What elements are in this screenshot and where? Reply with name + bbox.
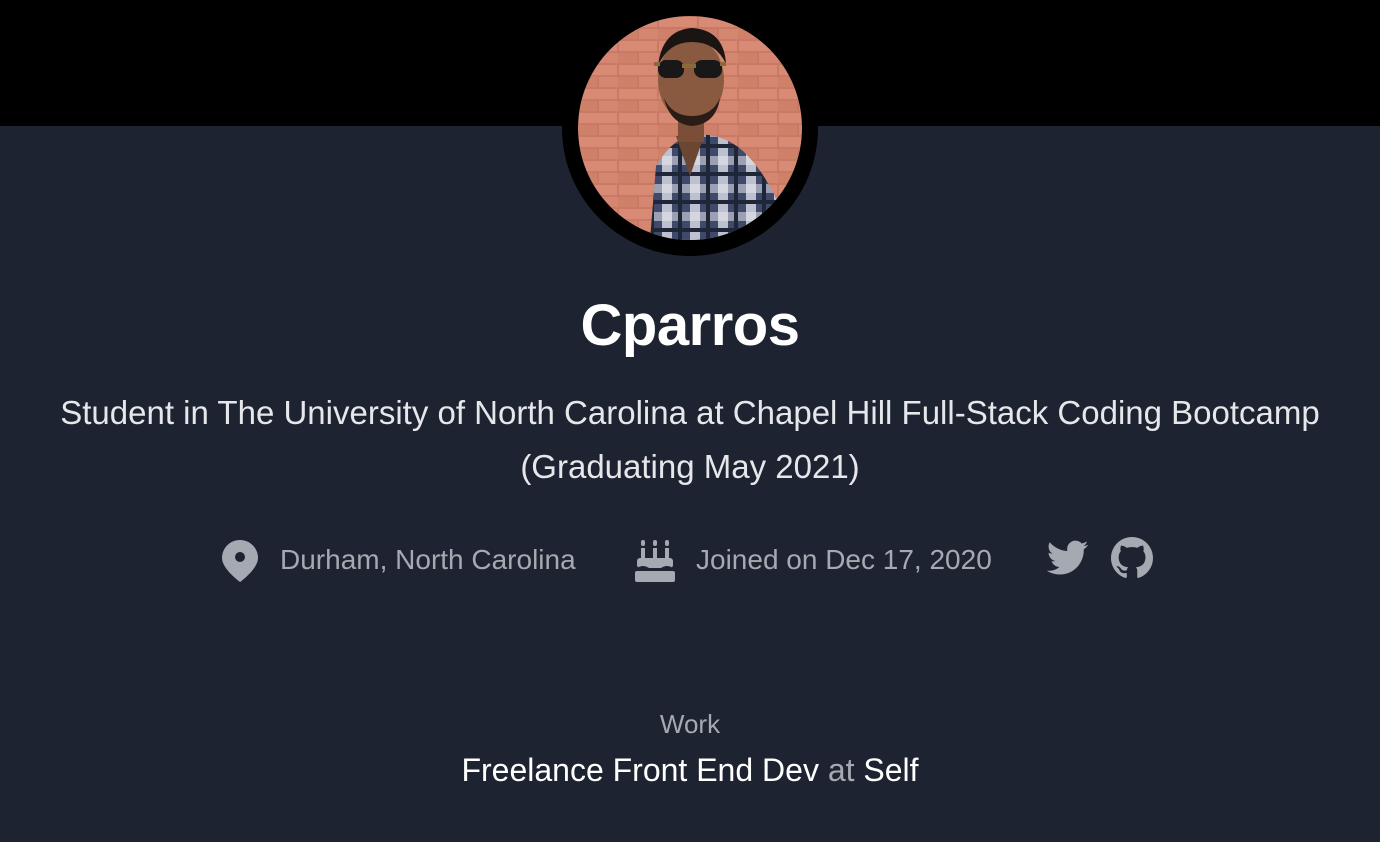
avatar bbox=[578, 16, 802, 240]
cake-icon bbox=[634, 538, 676, 582]
avatar-photo bbox=[578, 16, 802, 240]
work-value: Freelance Front End Dev at Self bbox=[0, 748, 1380, 792]
github-icon bbox=[1111, 536, 1153, 584]
location-item: Durham, North Carolina bbox=[220, 534, 576, 586]
twitter-icon bbox=[1046, 540, 1089, 581]
profile-name: Cparros bbox=[580, 293, 800, 358]
profile-bio-line: Student in The University of North Carol… bbox=[60, 394, 1320, 431]
location-text: Durham, North Carolina bbox=[280, 544, 576, 575]
work-label: Work bbox=[659, 709, 721, 739]
profile-meta: Durham, North Carolina Joined on Dec 17,… bbox=[0, 534, 1380, 586]
joined-item: Joined on Dec 17, 2020 bbox=[634, 534, 992, 586]
joined-text: Joined on Dec 17, 2020 bbox=[696, 544, 992, 575]
github-link[interactable] bbox=[1110, 536, 1154, 584]
profile-page: Cparros Student in The University of Nor… bbox=[0, 0, 1380, 842]
work-employer: Self bbox=[863, 752, 919, 788]
map-pin-icon bbox=[220, 538, 260, 582]
work-at: at bbox=[827, 752, 855, 788]
profile-bio: Student in The University of North Carol… bbox=[0, 386, 1380, 494]
work-title: Freelance Front End Dev bbox=[461, 752, 819, 788]
twitter-link[interactable] bbox=[1046, 538, 1090, 582]
profile-bio-line: (Graduating May 2021) bbox=[520, 448, 860, 485]
